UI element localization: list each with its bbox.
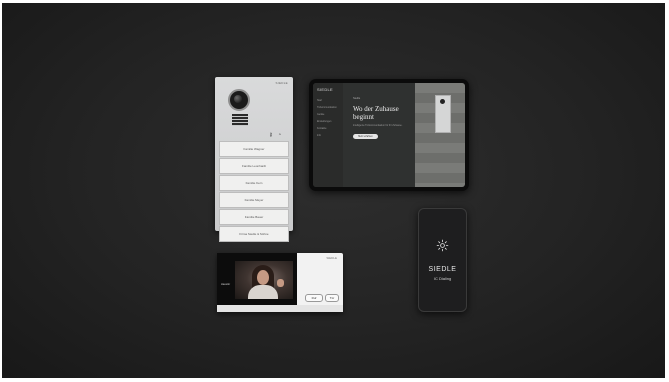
name-keys: Familie Wagner Familie Leonhardt Familie…	[219, 141, 289, 242]
caller-label: Haustür	[221, 283, 231, 286]
tablet-nav-item[interactable]: Kontakte	[317, 127, 337, 134]
door-station-brand: SIEDLE	[275, 81, 288, 85]
phone-subtitle: IC Dialing	[433, 276, 452, 281]
door-station-thumbnail	[435, 95, 451, 133]
keyhole-icon: ⚷	[269, 132, 273, 138]
tablet-sidebar: SIEDLE Start Türkommunikation Geräte Ein…	[313, 83, 343, 187]
tablet-heading: Siedle	[353, 97, 361, 100]
name-key[interactable]: Familie Meyer	[219, 192, 289, 208]
tablet-title: Wo der Zuhause beginnt	[353, 105, 399, 121]
door-station: SIEDLE ⚷ ◔ Familie Wagner Familie Leonha…	[215, 77, 293, 242]
monitor-bottom-bar	[217, 305, 343, 312]
monitor-brand: SIEDLE	[326, 256, 337, 260]
person-body	[248, 285, 278, 299]
tablet-screen: SIEDLE Start Türkommunikation Geräte Ein…	[313, 83, 465, 187]
tablet-brand: SIEDLE	[317, 87, 334, 92]
name-key[interactable]: Familie Wagner	[219, 141, 289, 157]
name-key[interactable]: Familie Kern	[219, 175, 289, 191]
smartphone: SIEDLE IC Dialing	[418, 208, 467, 312]
hearing-aid-icon: ◔	[278, 132, 282, 138]
tablet-nav-item[interactable]: Geräte	[317, 113, 337, 120]
monitor-screen: Haustür	[217, 253, 297, 305]
person-face	[257, 270, 269, 285]
tablet-nav-item[interactable]: Einstellungen	[317, 120, 337, 127]
tablet-nav-item[interactable]: Türkommunikation	[317, 106, 337, 113]
call-button[interactable]: Ruf	[305, 294, 323, 302]
waving-hand	[277, 279, 284, 287]
tablet-nav-item[interactable]: Start	[317, 99, 337, 106]
camera-lens	[228, 89, 250, 111]
name-key[interactable]: Familie Leonhardt	[219, 158, 289, 174]
stone-wall-image	[415, 83, 465, 187]
door-open-button[interactable]: Tür	[325, 294, 339, 302]
gear-icon	[436, 239, 449, 252]
name-key[interactable]: Firma Siedle & Söhne	[219, 226, 289, 242]
name-key[interactable]: Familie Bauer	[219, 209, 289, 225]
tablet-nav-item[interactable]: Info	[317, 134, 337, 141]
indoor-monitor: Haustür SIEDLE Ruf Tür	[217, 253, 343, 312]
tablet-cta-button[interactable]: Mehr erfahren	[353, 134, 378, 139]
product-photo-scene: SIEDLE ⚷ ◔ Familie Wagner Familie Leonha…	[2, 3, 665, 378]
phone-brand: SIEDLE	[428, 266, 457, 273]
tablet-subtitle: Intelligente Türkommunikation für Ihr Zu…	[353, 124, 403, 127]
video-feed	[235, 261, 293, 299]
speaker-grille	[232, 114, 248, 126]
tablet: SIEDLE Start Türkommunikation Geräte Ein…	[309, 79, 469, 191]
